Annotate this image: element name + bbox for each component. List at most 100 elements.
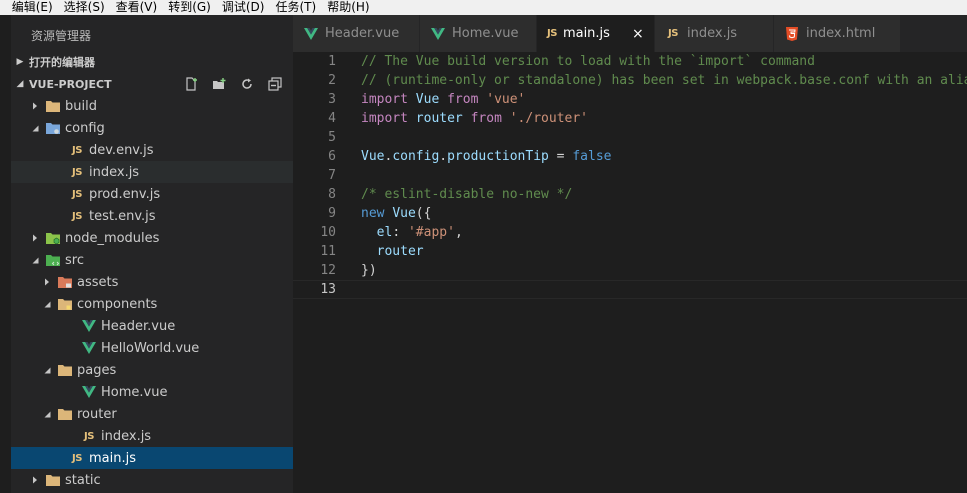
folder-icon — [45, 252, 61, 268]
new-folder-icon[interactable] — [211, 76, 227, 92]
code-line[interactable]: 6 Vue.config.productionTip = false — [293, 147, 967, 166]
editor-tabs: Header.vue Home.vue JS main.js × JS index.js in… — [293, 15, 967, 52]
code-token: router — [376, 244, 424, 259]
code-token: import — [361, 111, 408, 126]
line-number: 2 — [328, 73, 336, 88]
tree-item[interactable]: HelloWorld.vue — [11, 337, 293, 359]
chevron-right-icon[interactable] — [41, 276, 53, 288]
code-token: Vue — [361, 149, 385, 164]
tree-item[interactable]: static — [11, 469, 293, 491]
js-file-icon: JS — [72, 210, 82, 222]
code-line[interactable]: 10 el: '#app', — [293, 223, 967, 242]
tree-item[interactable]: Header.vue — [11, 315, 293, 337]
tree-item[interactable]: JS index.js — [11, 425, 293, 447]
tree-item[interactable]: node_modules — [11, 227, 293, 249]
chevron-down-icon[interactable] — [41, 408, 53, 420]
code-token: /* eslint-disable no-new */ — [361, 187, 573, 202]
code-text: }) — [361, 263, 377, 278]
tree-item[interactable]: JS index.js — [11, 161, 293, 183]
refresh-icon[interactable] — [239, 76, 255, 92]
project-label: VUE-PROJECT — [29, 77, 112, 91]
line-number: 6 — [328, 149, 336, 164]
js-file-icon: JS — [72, 452, 82, 464]
tree-item[interactable]: JS main.js — [11, 447, 293, 469]
editor-tab[interactable]: Header.vue — [293, 15, 420, 52]
code-token: from — [447, 92, 479, 107]
chevron-right-icon[interactable] — [29, 474, 41, 486]
open-editors-section[interactable]: ▶ 打开的编辑器 — [11, 51, 293, 73]
code-token: router — [415, 111, 463, 126]
chevron-down-icon[interactable] — [41, 364, 53, 376]
menu-item-tasks[interactable]: 任务(T) — [271, 0, 323, 15]
folder-icon — [57, 362, 73, 378]
code-token: , — [454, 225, 463, 240]
collapse-all-icon[interactable] — [267, 76, 283, 92]
tree-item[interactable]: components — [11, 293, 293, 315]
folder-icon — [45, 472, 61, 488]
tree-item-label: router — [77, 406, 117, 422]
menu-item-goto[interactable]: 转到(G) — [164, 0, 218, 15]
code-line[interactable]: 5 — [293, 128, 967, 147]
code-token: productionTip — [447, 149, 549, 164]
code-line[interactable]: 9 new Vue({ — [293, 204, 967, 223]
editor-tab[interactable]: JS main.js × — [537, 15, 655, 52]
code-text: el: '#app', — [361, 225, 463, 240]
code-token: import — [361, 92, 408, 107]
tree-item[interactable]: build — [11, 95, 293, 117]
tree-item[interactable]: JS dev.env.js — [11, 139, 293, 161]
code-text: router — [361, 244, 424, 259]
editor-tab[interactable]: JS index.js — [655, 15, 774, 52]
code-text: import router from './router' — [361, 111, 588, 126]
js-file-icon: JS — [547, 28, 557, 39]
code-editor[interactable]: 1 // The Vue build version to load with t… — [293, 52, 967, 493]
code-line[interactable]: 8 /* eslint-disable no-new */ — [293, 185, 967, 204]
code-text: // (runtime-only or standalone) has been… — [361, 73, 967, 88]
project-section[interactable]: ◢ VUE-PROJECT — [11, 73, 293, 95]
menu-item-selection[interactable]: 选择(S) — [60, 0, 112, 15]
tree-item[interactable]: router — [11, 403, 293, 425]
menu-item-view[interactable]: 查看(V) — [112, 0, 165, 15]
tree-item[interactable]: config — [11, 117, 293, 139]
code-token: '#app' — [407, 225, 455, 240]
js-file-icon: JS — [84, 430, 94, 442]
code-line[interactable]: 13 — [293, 280, 967, 299]
chevron-right-icon[interactable] — [29, 232, 41, 244]
tree-item[interactable]: pages — [11, 359, 293, 381]
code-token: // (runtime-only or standalone) has been… — [361, 73, 967, 88]
explorer-title: 资源管理器 — [31, 29, 92, 43]
tree-item-label: config — [65, 120, 105, 136]
tree-item[interactable]: assets — [11, 271, 293, 293]
code-line[interactable]: 11 router — [293, 242, 967, 261]
tree-item[interactable]: JS prod.env.js — [11, 183, 293, 205]
new-file-icon[interactable] — [183, 76, 199, 92]
line-number: 11 — [320, 244, 336, 259]
code-token: Vue — [415, 92, 440, 107]
editor-tab[interactable]: index.html — [774, 15, 901, 52]
tree-item[interactable]: JS test.env.js — [11, 205, 293, 227]
vue-file-icon — [303, 26, 319, 42]
menu-item-help[interactable]: 帮助(H) — [323, 0, 376, 15]
folder-icon — [57, 296, 73, 312]
tree-item[interactable]: src — [11, 249, 293, 271]
menu-item-debug[interactable]: 调试(D) — [218, 0, 272, 15]
code-line[interactable]: 2 // (runtime-only or standalone) has bee… — [293, 71, 967, 90]
code-line[interactable]: 1 // The Vue build version to load with t… — [293, 52, 967, 71]
line-number: 3 — [328, 92, 336, 107]
tree-item[interactable]: Home.vue — [11, 381, 293, 403]
code-token: Vue — [392, 206, 416, 221]
code-line[interactable]: 7 — [293, 166, 967, 185]
line-number: 7 — [328, 168, 336, 183]
chevron-down-icon[interactable] — [41, 298, 53, 310]
tree-item-label: node_modules — [65, 230, 160, 246]
code-line[interactable]: 4 import router from './router' — [293, 109, 967, 128]
chevron-down-icon[interactable] — [29, 122, 41, 134]
code-line[interactable]: 3 import Vue from 'vue' — [293, 90, 967, 109]
close-icon[interactable]: × — [632, 26, 644, 42]
chevron-right-icon[interactable] — [29, 100, 41, 112]
editor-tab[interactable]: Home.vue — [420, 15, 537, 52]
chevron-down-icon[interactable] — [29, 254, 41, 266]
code-line[interactable]: 12}) — [293, 261, 967, 280]
tab-label: Home.vue — [452, 26, 519, 41]
menu-item-edit[interactable]: 编辑(E) — [8, 0, 60, 15]
